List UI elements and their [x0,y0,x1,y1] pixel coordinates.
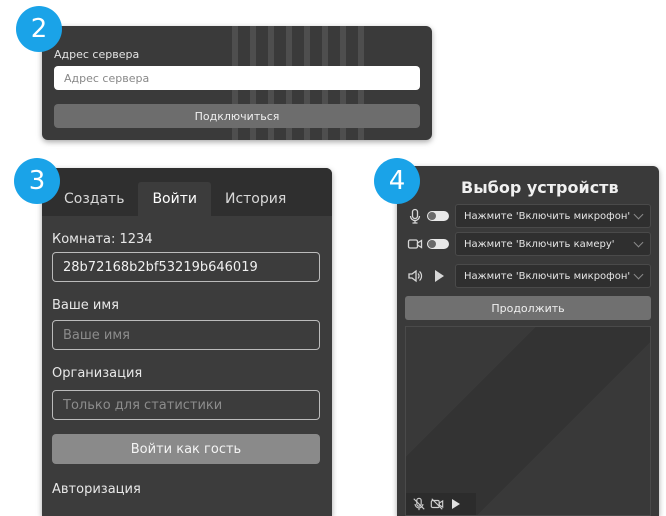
mic-row: Нажмите 'Включить микрофон' [405,204,653,228]
chevron-down-icon [633,237,644,248]
play-icon[interactable] [450,497,462,511]
server-panel: Адрес сервера Подключиться [42,26,432,140]
microphone-off-icon[interactable] [412,497,426,511]
name-label: Ваше имя [52,298,119,313]
connect-button[interactable]: Подключиться [54,104,420,128]
play-icon[interactable] [435,270,444,282]
speaker-icon [408,269,423,283]
device-panel: Выбор устройств Нажмите 'Включить микроф… [397,166,659,516]
tab-bar: Создать Войти История [42,168,332,216]
step-badge-2: 2 [16,6,62,52]
camera-toggle[interactable] [427,239,449,249]
name-field[interactable]: Ваше имя [52,320,320,350]
mic-select-value: Нажмите 'Включить микрофон' [464,210,631,222]
video-preview [405,326,651,516]
mic-toggle[interactable] [427,211,449,221]
continue-button[interactable]: Продолжить [405,296,651,320]
server-address-label: Адрес сервера [54,48,140,61]
camera-row: Нажмите 'Включить камеру' [405,232,653,256]
tab-login[interactable]: Войти [138,182,211,216]
mic-select[interactable]: Нажмите 'Включить микрофон' [455,204,651,228]
room-label: Комната: 1234 [52,232,153,247]
server-address-input[interactable] [54,66,420,90]
organization-field[interactable]: Только для статистики [52,390,320,420]
login-panel: Создать Войти История Комната: 1234 28b7… [42,168,332,516]
speaker-select-value: Нажмите 'Включить микрофон' [464,270,631,282]
step-badge-4: 4 [374,158,420,204]
tab-create[interactable]: Создать [50,182,138,216]
speaker-select[interactable]: Нажмите 'Включить микрофон' [455,264,651,288]
chevron-down-icon [633,209,644,220]
camera-select[interactable]: Нажмите 'Включить камеру' [455,232,651,256]
authorization-link[interactable]: Авторизация [52,482,141,497]
room-id-field[interactable]: 28b72168b2bf53219b646019 [52,252,320,282]
microphone-icon [409,208,421,224]
step-badge-3: 3 [14,158,60,204]
tab-history[interactable]: История [211,182,300,216]
preview-control-bar [406,493,476,515]
camera-select-value: Нажмите 'Включить камеру' [464,238,615,250]
device-panel-title: Выбор устройств [461,178,619,197]
guest-login-button[interactable]: Войти как гость [52,434,320,464]
speaker-row: Нажмите 'Включить микрофон' [405,264,653,288]
camera-off-icon[interactable] [430,497,444,511]
chevron-down-icon [633,269,644,280]
camera-icon [407,239,423,249]
organization-label: Организация [52,366,143,381]
